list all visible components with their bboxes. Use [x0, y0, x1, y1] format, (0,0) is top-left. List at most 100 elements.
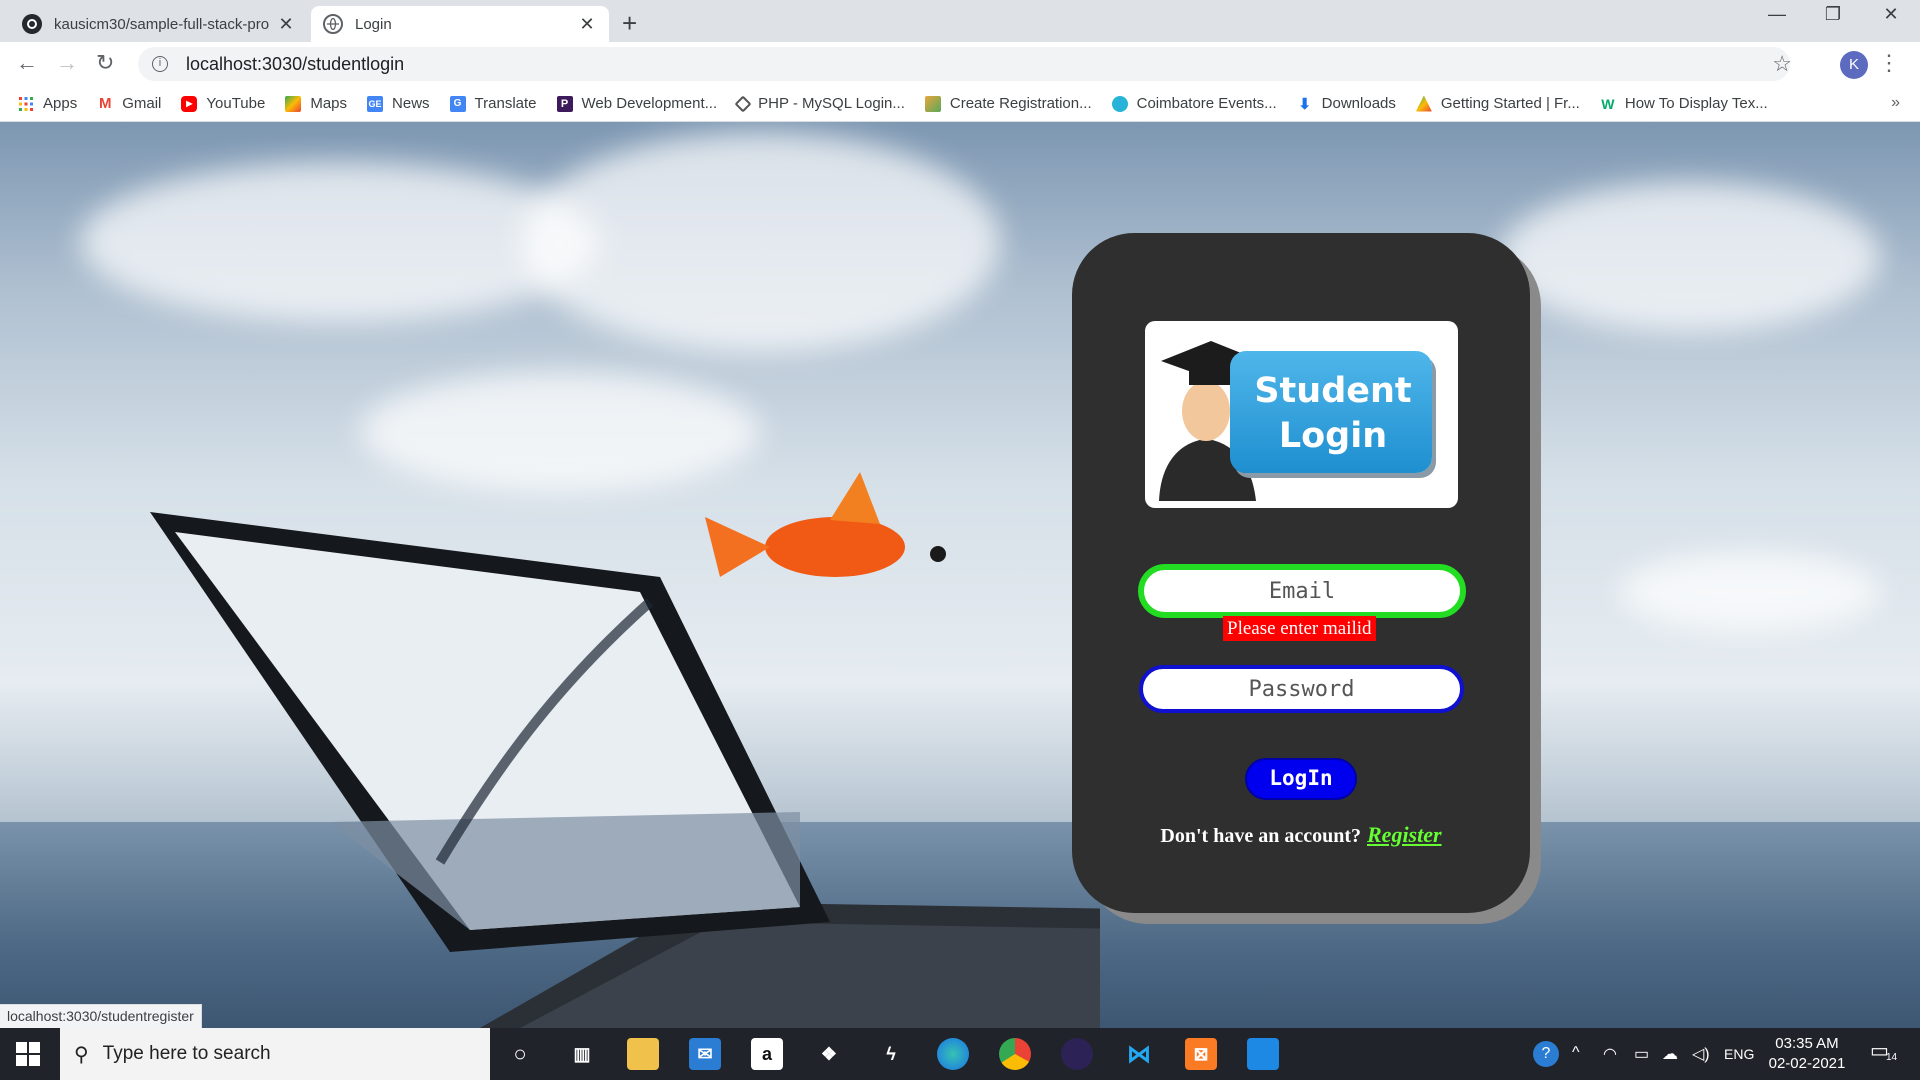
taskbar-search[interactable]: ⚲ Type here to search [60, 1028, 490, 1080]
bookmark-label: Maps [310, 95, 348, 112]
news-icon: GE [367, 95, 384, 112]
tab-github[interactable]: kausicm30/sample-full-stack-pro ✕ [10, 6, 308, 42]
maps-icon [285, 95, 302, 112]
close-window-button[interactable]: ✕ [1866, 4, 1916, 25]
bookmark-icon [1111, 95, 1128, 112]
logo-line2: Login [1278, 416, 1388, 456]
bookmark-label: News [392, 95, 430, 112]
url-text[interactable]: localhost:3030/studentlogin [186, 54, 404, 75]
bookmark-label: Apps [43, 95, 78, 112]
register-link[interactable]: Register [1367, 822, 1442, 847]
tab-title: Login [355, 15, 392, 33]
tab-title: kausicm30/sample-full-stack-pro [54, 15, 270, 33]
bookmarks-bar: Apps M Gmail ▶ YouTube Maps GE News G Tr… [0, 86, 1920, 122]
status-bar: localhost:3030/studentregister [0, 1004, 202, 1028]
bookmark-icon [1415, 95, 1432, 112]
xampp-icon[interactable]: ⊠ [1185, 1038, 1217, 1070]
notification-count: 14 [1886, 1052, 1898, 1063]
cloud [1500, 182, 1880, 332]
login-button[interactable]: LogIn [1245, 758, 1357, 800]
back-icon[interactable]: ← [16, 50, 38, 76]
clock-time: 03:35 AM [1775, 1035, 1839, 1052]
bookmark-label: Gmail [122, 95, 162, 112]
file-explorer-icon[interactable] [627, 1038, 659, 1070]
register-prompt: Don't have an account? [1160, 825, 1361, 847]
volume-icon[interactable]: ◁) [1692, 1044, 1710, 1064]
onedrive-icon[interactable]: ☁ [1662, 1044, 1678, 1064]
logo-line1: Student [1254, 371, 1412, 411]
new-tab-button[interactable]: + [622, 8, 637, 39]
bookmark-label: YouTube [206, 95, 266, 112]
bookmark-label: How To Display Tex... [1624, 95, 1768, 112]
site-info-icon[interactable]: i [152, 56, 168, 72]
bookmark-gmail[interactable]: M Gmail [97, 95, 161, 112]
reload-icon[interactable]: ↻ [96, 50, 114, 76]
tab-strip: kausicm30/sample-full-stack-pro ✕ Login … [0, 0, 1920, 42]
bookmark-downloads[interactable]: ⬇ Downloads [1297, 95, 1396, 113]
task-view-icon[interactable]: ▥ [566, 1038, 598, 1070]
email-input[interactable] [1138, 564, 1466, 618]
bookmark-translate[interactable]: G Translate [449, 95, 537, 112]
more-bookmarks-icon[interactable]: » [1891, 94, 1900, 112]
edge-icon[interactable] [937, 1038, 969, 1070]
chrome-icon[interactable] [999, 1038, 1031, 1070]
bookmark-label: Web Development... [581, 95, 718, 112]
help-icon[interactable]: ? [1533, 1041, 1559, 1067]
bookmark-create-registration[interactable]: Create Registration... [924, 95, 1092, 112]
close-tab-icon[interactable]: ✕ [276, 14, 296, 35]
forward-icon[interactable]: → [56, 50, 78, 76]
bookmark-apps[interactable]: Apps [18, 95, 77, 112]
bookmark-label: Coimbatore Events... [1136, 95, 1277, 112]
github-icon [22, 14, 42, 34]
bookmark-maps[interactable]: Maps [285, 95, 347, 112]
gmail-icon: M [98, 95, 112, 112]
bookmark-how-to-display[interactable]: W How To Display Tex... [1600, 95, 1768, 112]
bookmark-star-icon[interactable]: ☆ [1772, 51, 1792, 77]
bookmark-getting-started[interactable]: Getting Started | Fr... [1415, 95, 1580, 112]
notification-icon[interactable]: ▭ 14 [1870, 1038, 1897, 1063]
bookmark-php-mysql[interactable]: PHP - MySQL Login... [734, 95, 905, 112]
youtube-icon: ▶ [181, 95, 198, 112]
bookmark-icon: P [556, 95, 573, 112]
apps-grid-icon [18, 96, 34, 112]
chevron-up-icon[interactable]: ^ [1572, 1044, 1580, 1062]
amazon-icon[interactable]: a [751, 1038, 783, 1070]
bookmark-coimbatore-events[interactable]: Coimbatore Events... [1111, 95, 1277, 112]
email-error-message: Please enter mailid [1223, 616, 1376, 641]
bookmark-youtube[interactable]: ▶ YouTube [181, 95, 265, 112]
browser-menu-icon[interactable]: ⋮ [1878, 50, 1900, 76]
wifi-icon[interactable]: ◠ [1603, 1044, 1617, 1064]
tab-login[interactable]: Login ✕ [311, 6, 609, 42]
vscode-icon[interactable]: ⋈ [1123, 1038, 1155, 1070]
windows-taskbar: ⚲ Type here to search ○ ▥ ✉ a ❖ ϟ ⋈ ⊠ ? … [0, 1028, 1920, 1080]
download-icon: ⬇ [1298, 95, 1311, 113]
profile-avatar[interactable]: K [1840, 51, 1868, 79]
browser-toolbar: ← → ↻ i localhost:3030/studentlogin ☆ K … [0, 42, 1920, 86]
password-input[interactable] [1139, 665, 1464, 713]
bookmark-label: Translate [474, 95, 537, 112]
bookmark-label: PHP - MySQL Login... [758, 95, 905, 112]
photos-icon[interactable] [1247, 1038, 1279, 1070]
language-indicator[interactable]: ENG [1724, 1046, 1754, 1062]
bolt-app-icon[interactable]: ϟ [875, 1038, 907, 1070]
cloud [1620, 552, 1880, 632]
bookmark-web-development[interactable]: P Web Development... [556, 95, 718, 112]
windows-start-icon[interactable] [16, 1042, 40, 1066]
restore-button[interactable]: ❐ [1808, 4, 1858, 25]
clock[interactable]: 03:35 AM 02-02-2021 [1762, 1034, 1852, 1074]
page-background [0, 122, 1920, 1028]
logo-text: Student Login [1243, 369, 1423, 459]
minimize-button[interactable]: — [1752, 4, 1802, 25]
bookmark-news[interactable]: GE News [367, 95, 430, 112]
mail-icon[interactable]: ✉ [689, 1038, 721, 1070]
cortana-icon[interactable]: ○ [504, 1038, 536, 1070]
battery-icon[interactable]: ▭ [1634, 1044, 1649, 1064]
student-login-logo: Student Login [1145, 321, 1458, 508]
eclipse-icon[interactable] [1061, 1038, 1093, 1070]
close-tab-icon[interactable]: ✕ [577, 14, 597, 35]
laptop-fish-illustration [150, 472, 1100, 1028]
clock-date: 02-02-2021 [1768, 1055, 1846, 1072]
address-bar[interactable]: i localhost:3030/studentlogin [138, 47, 1790, 81]
dropbox-icon[interactable]: ❖ [813, 1038, 845, 1070]
bookmark-label: Getting Started | Fr... [1440, 95, 1580, 112]
